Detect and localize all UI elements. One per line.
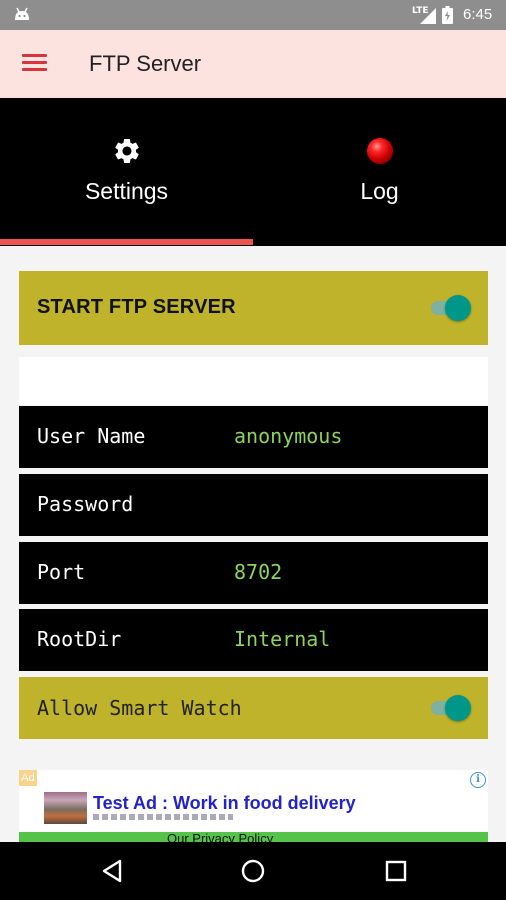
port-value: 8702 [234,560,283,584]
tab-log[interactable]: Log [253,98,506,246]
port-row[interactable]: Port 8702 [19,542,488,604]
tab-bar: Settings Log [0,98,506,246]
root-dir-value: Internal [234,627,331,651]
tab-log-label: Log [360,178,399,204]
tab-settings[interactable]: Settings [0,98,253,246]
status-bar: LTE 6:45 [0,0,506,30]
ad-info-icon[interactable]: i [470,772,486,788]
ad-headline[interactable]: Test Ad : Work in food delivery [93,793,356,814]
toggle-thumb [445,695,471,721]
allow-smart-watch-row[interactable]: Allow Smart Watch [19,677,488,739]
ad-badge: Ad [19,770,37,786]
port-label: Port [37,560,86,584]
tab-settings-label: Settings [84,178,169,204]
settings-panel: START FTP SERVER User Name anonymous Pas… [0,246,506,842]
red-led-icon [367,138,393,164]
recent-apps-icon[interactable] [381,856,411,886]
clock: 6:45 [463,6,493,23]
hamburger-menu-icon[interactable] [22,54,48,74]
ad-subtext-decoration [93,814,233,820]
selected-tab-indicator [0,239,253,245]
password-row[interactable]: Password [19,474,488,536]
signal-icon [420,8,436,24]
navigation-bar [0,842,506,900]
android-icon [15,7,29,20]
back-icon[interactable] [98,856,128,886]
ad-thumbnail-image [44,792,87,824]
password-label: Password [37,492,134,516]
privacy-policy-link[interactable]: Our Privacy Policy [167,832,273,842]
allow-smart-watch-label: Allow Smart Watch [37,696,242,720]
start-ftp-server-toggle[interactable] [427,294,471,322]
allow-smart-watch-toggle[interactable] [427,694,471,722]
root-dir-label: RootDir [37,627,122,651]
root-dir-row[interactable]: RootDir Internal [19,609,488,671]
ad-footer-bar[interactable]: Our Privacy Policy [19,832,488,842]
start-ftp-server-label: START FTP SERVER [37,296,236,318]
toggle-thumb [445,295,471,321]
home-icon[interactable] [238,856,268,886]
user-name-row[interactable]: User Name anonymous [19,406,488,468]
start-ftp-server-row[interactable]: START FTP SERVER [19,271,488,345]
user-name-value: anonymous [234,424,343,448]
ad-banner[interactable]: Ad i Test Ad : Work in food delivery Our… [19,770,488,842]
gear-icon [115,139,139,163]
spacer-row [19,357,488,405]
app-bar: FTP Server [0,30,506,98]
app-title: FTP Server [89,51,202,76]
battery-icon [442,6,453,24]
user-name-label: User Name [37,424,146,448]
